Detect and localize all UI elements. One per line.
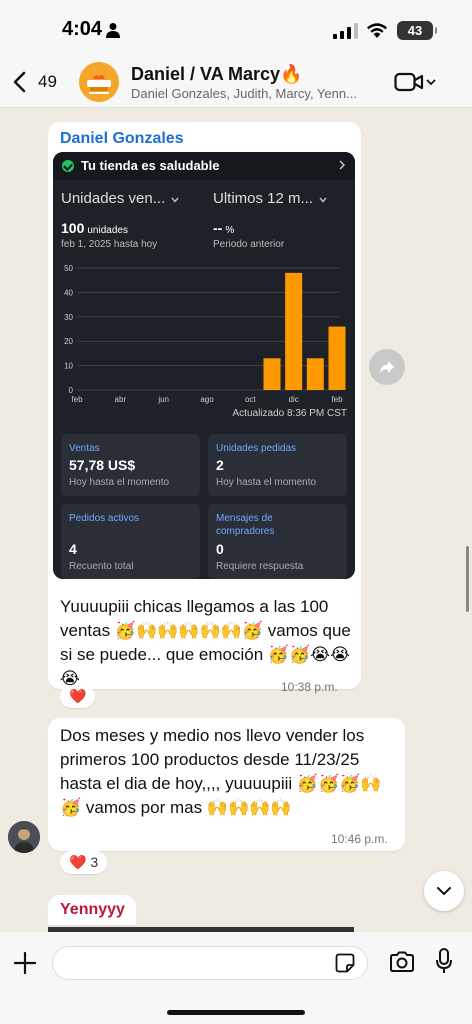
chart-y-tick-label: 20 — [64, 337, 73, 346]
message-text: Yuuuupiii chicas llegamos a las 100 vent… — [60, 597, 351, 688]
video-call-icon[interactable] — [394, 72, 424, 92]
chart-y-tick-label: 30 — [64, 313, 73, 322]
units-number: 100 — [61, 220, 85, 236]
tile-value: 2 — [216, 457, 224, 473]
person-icon — [106, 23, 120, 38]
forward-button[interactable] — [369, 349, 405, 385]
tile-value: 0 — [216, 541, 224, 557]
chat-header: 49 Daniel / VA Marcy🔥 Daniel Gonzales, J… — [0, 56, 472, 108]
chart-x-tick-label: feb — [71, 395, 83, 404]
microphone-icon[interactable] — [436, 948, 452, 974]
chart-bar — [306, 358, 324, 390]
status-bar: 4:04 43 — [0, 0, 472, 56]
avatar-image — [8, 821, 40, 853]
chart-bar — [285, 272, 303, 390]
store-health-text: Tu tienda es saludable — [81, 158, 220, 173]
camera-icon[interactable] — [389, 951, 415, 973]
group-members[interactable]: Daniel Gonzales, Judith, Marcy, Yenn... — [131, 86, 373, 101]
chart-bar — [328, 326, 346, 390]
tile-active-orders: Pedidos activos 4 Recuento total — [61, 504, 200, 579]
tile-sub: Hoy hasta el momento — [216, 477, 317, 488]
period-dropdown: Ultimos 12 m... — [213, 190, 327, 207]
chevron-down-icon[interactable] — [426, 78, 436, 86]
updated-time: Actualizado 8:36 PM CST — [232, 408, 348, 419]
chart-x-tick-label: abr — [115, 395, 127, 404]
chevron-right-icon — [339, 160, 345, 170]
tile-value: 4 — [69, 541, 77, 557]
status-time: 4:04 — [62, 18, 103, 40]
tile-buyer-messages: Mensajes de compradores 0 Requiere respu… — [208, 504, 347, 579]
scrollbar[interactable] — [466, 546, 469, 612]
previous-number: -- — [213, 220, 223, 236]
battery-indicator: 43 — [397, 21, 437, 40]
metric-dropdown: Unidades ven... — [61, 190, 179, 207]
chart-y-tick-label: 10 — [64, 362, 73, 371]
input-bar — [0, 932, 472, 1024]
group-avatar-image — [87, 74, 111, 94]
period-dropdown-label: Ultimos 12 m... — [213, 190, 314, 207]
unread-count[interactable]: 49 — [38, 72, 57, 92]
sender-name[interactable]: Yennyyy — [60, 901, 125, 919]
chart-bar — [263, 358, 281, 390]
chevron-down-icon — [171, 197, 179, 203]
message-bubble[interactable]: Yennyyy — [48, 895, 136, 925]
message-input[interactable] — [52, 946, 368, 980]
chevron-down-icon — [319, 197, 327, 203]
chart-y-tick-label: 0 — [69, 386, 74, 395]
shared-dashboard-card[interactable]: Tu tienda es saludable Unidades ven... U… — [53, 152, 355, 579]
reaction-badge[interactable]: ❤️ 3 — [60, 851, 108, 874]
message-bubble[interactable]: Dos meses y medio nos llevo vender los p… — [48, 718, 405, 851]
tile-label: Pedidos activos — [69, 513, 140, 524]
units-value: 100 unidades — [61, 220, 128, 236]
chart-y-tick-label: 50 — [64, 264, 73, 273]
tile-label: Unidades pedidas — [216, 443, 297, 454]
tile-sub: Recuento total — [69, 561, 134, 572]
home-indicator — [167, 1010, 305, 1015]
sender-avatar[interactable] — [8, 821, 40, 853]
chart-x-tick-label: feb — [331, 395, 343, 404]
tile-sales: Ventas 57,78 US$ Hoy hasta el momento — [61, 434, 200, 496]
date-range: feb 1, 2025 hasta hoy — [61, 239, 158, 250]
wifi-icon — [367, 23, 387, 38]
message-time: 10:38 p.m. — [281, 680, 338, 694]
chart-y-tick-label: 40 — [64, 288, 73, 297]
tile-label: Ventas — [69, 443, 100, 454]
check-circle-icon — [62, 160, 74, 172]
signal-icon — [333, 23, 358, 39]
chart-x-tick-label: oct — [245, 395, 256, 404]
plus-icon[interactable] — [14, 952, 36, 974]
previous-label: Periodo anterior — [213, 239, 285, 250]
reaction-badge[interactable]: ❤️ — [60, 685, 96, 708]
group-title[interactable]: Daniel / VA Marcy🔥 — [131, 64, 302, 85]
sender-name[interactable]: Daniel Gonzales — [60, 130, 184, 148]
tile-label: Mensajes de compradores — [216, 513, 275, 537]
metric-dropdown-label: Unidades ven... — [61, 190, 166, 207]
store-health-bar: Tu tienda es saludable — [53, 152, 355, 180]
tile-units-ordered: Unidades pedidas 2 Hoy hasta el momento — [208, 434, 347, 496]
tile-sub: Hoy hasta el momento — [69, 477, 170, 488]
message-time: 10:46 p.m. — [331, 832, 388, 846]
chart-x-tick-label: jun — [157, 395, 169, 404]
tile-sub: Requiere respuesta — [216, 561, 304, 572]
chevron-down-icon — [437, 887, 451, 896]
scroll-down-button[interactable] — [424, 871, 464, 911]
back-icon[interactable] — [12, 70, 28, 94]
group-avatar[interactable] — [79, 62, 119, 102]
chart-x-tick-label: dic — [289, 395, 299, 404]
previous-unit: % — [225, 225, 235, 236]
chart-x-tick-label: ago — [200, 395, 214, 404]
chat-area[interactable]: Daniel Gonzales Yuuuupiii chicas llegamo… — [0, 109, 472, 932]
units-unit: unidades — [87, 225, 128, 236]
units-bar-chart: 0 10 20 30 40 50 feb abr jun ago oct dic feb — [64, 264, 346, 404]
message-text: Dos meses y medio nos llevo vender los p… — [60, 726, 382, 817]
previous-value: --% — [213, 220, 234, 236]
sticker-icon[interactable] — [335, 953, 355, 973]
forward-icon — [380, 361, 394, 373]
tile-value: 57,78 US$ — [69, 457, 136, 473]
